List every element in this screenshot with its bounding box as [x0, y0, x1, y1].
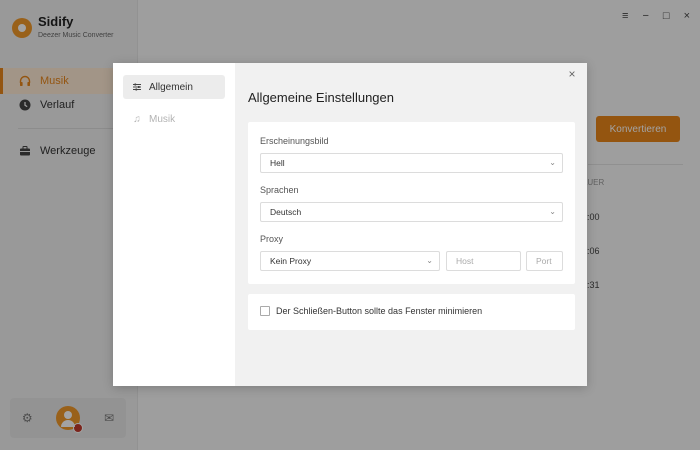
general-settings-card: Erscheinungsbild Hell ⌄ Sprachen Deutsch… — [248, 122, 575, 284]
language-select[interactable]: Deutsch ⌄ — [260, 202, 563, 222]
minimize-on-close-label: Der Schließen-Button sollte das Fenster … — [276, 306, 483, 316]
settings-content: × Allgemeine Einstellungen Erscheinungsb… — [235, 63, 587, 386]
proxy-port-input[interactable] — [526, 251, 563, 271]
appearance-select[interactable]: Hell ⌄ — [260, 153, 563, 173]
settings-dialog: Allgemein ♫ Musik × Allgemeine Einstellu… — [113, 63, 587, 386]
chevron-down-icon: ⌄ — [549, 158, 556, 167]
language-value: Deutsch — [270, 207, 302, 217]
appearance-label: Erscheinungsbild — [260, 136, 329, 146]
tab-label: Allgemein — [149, 81, 193, 93]
proxy-host-input[interactable] — [446, 251, 521, 271]
tab-musik[interactable]: ♫ Musik — [123, 107, 225, 131]
tab-allgemein[interactable]: Allgemein — [123, 75, 225, 99]
proxy-select[interactable]: Kein Proxy ⌄ — [260, 251, 440, 271]
minimize-on-close-checkbox[interactable] — [260, 306, 270, 316]
minimize-on-close-option[interactable]: Der Schließen-Button sollte das Fenster … — [260, 306, 482, 316]
language-label: Sprachen — [260, 185, 299, 195]
appearance-value: Hell — [270, 158, 285, 168]
proxy-value: Kein Proxy — [270, 256, 312, 266]
close-behavior-card: Der Schließen-Button sollte das Fenster … — [248, 294, 575, 330]
music-note-icon: ♫ — [133, 113, 141, 125]
proxy-label: Proxy — [260, 234, 284, 244]
sliders-icon — [131, 82, 143, 92]
close-icon[interactable]: × — [565, 67, 579, 81]
tab-label: Musik — [149, 113, 176, 125]
chevron-down-icon: ⌄ — [549, 207, 556, 216]
settings-tabs: Allgemein ♫ Musik — [113, 63, 235, 386]
dialog-title: Allgemeine Einstellungen — [248, 90, 394, 105]
chevron-down-icon: ⌄ — [426, 256, 433, 265]
